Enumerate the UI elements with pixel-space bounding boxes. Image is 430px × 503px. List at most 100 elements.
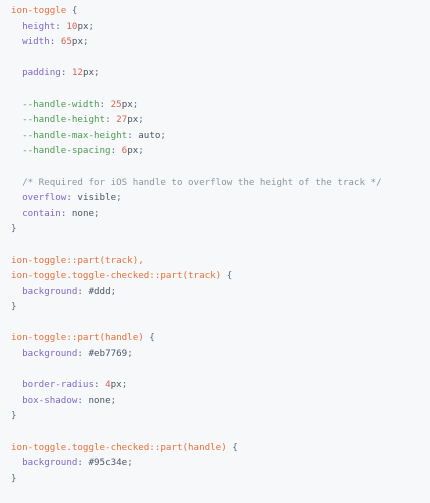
- css-number: 27: [116, 114, 128, 126]
- css-punctuation: ;: [132, 98, 139, 110]
- css-punctuation: :: [110, 145, 122, 157]
- code-line: overflow: visible;: [11, 190, 430, 206]
- css-punctuation: :: [77, 394, 89, 406]
- css-punctuation: [11, 348, 22, 359]
- css-punctuation: {: [66, 5, 78, 16]
- code-line: --handle-spacing: 6px;: [11, 143, 430, 159]
- css-punctuation: [11, 21, 22, 32]
- css-punctuation: :: [127, 129, 139, 141]
- code-line: --handle-width: 25px;: [11, 97, 430, 113]
- css-punctuation: }: [11, 472, 17, 484]
- css-punctuation: :: [55, 20, 67, 32]
- code-line: /* Required for iOS handle to overflow t…: [11, 175, 430, 191]
- code-line: ion-toggle {: [11, 3, 430, 19]
- css-value: none: [88, 394, 111, 406]
- css-selector: ion-toggle.toggle-checked::part(track): [11, 270, 222, 282]
- code-line: --handle-height: 27px;: [11, 112, 430, 128]
- css-punctuation: [11, 457, 22, 468]
- css-property: border-radius: [22, 379, 94, 391]
- css-value: none: [71, 207, 95, 219]
- css-punctuation: [11, 379, 22, 390]
- css-punctuation: ;: [138, 145, 144, 157]
- css-property: height: [22, 20, 56, 32]
- css-punctuation: ;: [82, 36, 89, 48]
- code-line: background: #95c34e;: [11, 455, 430, 471]
- css-property: padding: [22, 67, 61, 79]
- css-punctuation: [11, 192, 22, 203]
- css-punctuation: ;: [127, 348, 133, 360]
- code-line: ion-toggle::part(handle) {: [11, 330, 430, 346]
- code-line: }: [11, 471, 430, 487]
- css-punctuation: [11, 177, 22, 188]
- css-value: px: [121, 98, 133, 110]
- code-line: border-radius: 4px;: [11, 377, 430, 393]
- css-punctuation: }: [11, 410, 17, 422]
- css-value: px: [77, 20, 89, 32]
- css-variable: --handle-width: [22, 98, 100, 110]
- css-punctuation: :: [99, 98, 111, 110]
- css-punctuation: :: [49, 36, 61, 48]
- css-comment: /* Required for iOS handle to overflow t…: [22, 176, 382, 188]
- code-line: }: [11, 408, 430, 424]
- css-punctuation: }: [11, 223, 17, 235]
- css-punctuation: [11, 99, 22, 110]
- css-variable: --handle-max-height: [22, 129, 128, 141]
- css-number: 10: [66, 20, 78, 32]
- css-punctuation: ;: [94, 67, 100, 79]
- code-line: ion-toggle.toggle-checked::part(track) {: [11, 268, 430, 284]
- css-value: px: [127, 145, 139, 157]
- css-property: background: [22, 457, 78, 469]
- css-punctuation: [11, 67, 22, 78]
- css-punctuation: ;: [110, 285, 117, 297]
- css-code-block: ion-toggle { height: 10px; width: 65px; …: [0, 0, 430, 503]
- css-punctuation: :: [60, 67, 72, 79]
- css-punctuation: ;: [94, 207, 100, 219]
- css-value: px: [110, 379, 122, 391]
- css-property: contain: [22, 207, 61, 219]
- code-line: }: [11, 299, 430, 315]
- css-punctuation: :: [77, 457, 89, 469]
- css-punctuation: ;: [138, 114, 144, 126]
- css-punctuation: [11, 36, 22, 47]
- code-line: box-shadow: none;: [11, 393, 430, 409]
- code-line: height: 10px;: [11, 19, 430, 35]
- css-value: visible: [77, 192, 117, 204]
- css-property: overflow: [22, 192, 67, 204]
- code-line: }: [11, 221, 430, 237]
- css-value: px: [71, 36, 83, 48]
- css-punctuation: }: [11, 301, 17, 313]
- code-line: ion-toggle.toggle-checked::part(handle) …: [11, 440, 430, 456]
- css-punctuation: :: [60, 207, 72, 219]
- css-number: 65: [60, 36, 72, 48]
- css-punctuation: [11, 208, 22, 219]
- css-punctuation: {: [226, 441, 238, 453]
- code-line: padding: 12px;: [11, 65, 430, 81]
- code-line: --handle-max-height: auto;: [11, 128, 430, 144]
- css-value: #ddd: [88, 285, 111, 297]
- css-punctuation: ;: [160, 129, 166, 141]
- css-variable: --handle-height: [22, 114, 106, 126]
- code-line: background: #eb7769;: [11, 346, 430, 362]
- css-variable: --handle-spacing: [22, 145, 111, 157]
- css-selector: ion-toggle::part(track),: [11, 254, 144, 266]
- css-punctuation: :: [77, 285, 89, 297]
- css-value: px: [127, 114, 139, 126]
- css-value: #95c34e: [88, 457, 128, 469]
- css-number: 12: [71, 67, 83, 79]
- code-line: ion-toggle::part(track),: [11, 253, 430, 269]
- css-punctuation: [11, 145, 22, 156]
- css-punctuation: :: [105, 114, 117, 126]
- css-property: background: [22, 348, 78, 360]
- css-value: #eb7769: [88, 348, 128, 360]
- css-selector: ion-toggle::part(handle): [11, 332, 144, 344]
- css-property: width: [22, 36, 50, 48]
- css-punctuation: [11, 395, 22, 406]
- css-punctuation: [11, 130, 22, 141]
- code-line: contain: none;: [11, 206, 430, 222]
- css-number: 25: [110, 98, 122, 110]
